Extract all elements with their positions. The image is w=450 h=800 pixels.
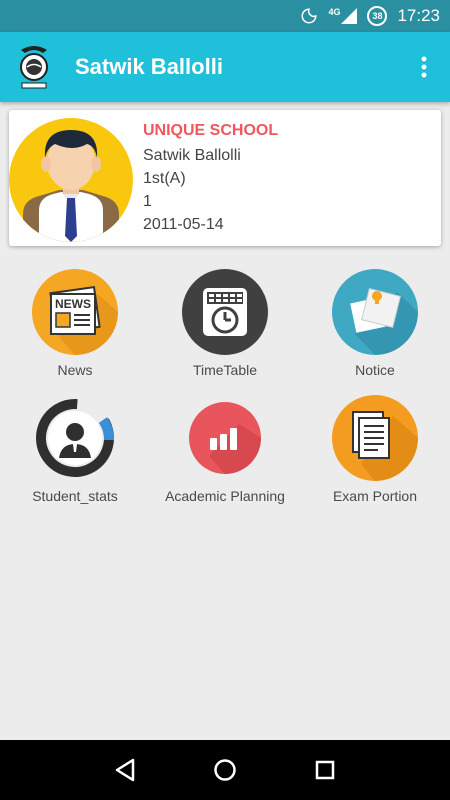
signal-icon: 4G <box>328 7 358 24</box>
do-not-disturb-icon <box>300 7 318 25</box>
student-class: 1st(A) <box>143 170 186 187</box>
profile-info: UNIQUE SCHOOL Satwik Ballolli 1st(A) 1 2… <box>143 122 278 236</box>
more-vert-icon <box>421 56 427 78</box>
profile-card[interactable]: UNIQUE SCHOOL Satwik Ballolli 1st(A) 1 2… <box>9 110 441 246</box>
menu-label: Notice <box>355 362 395 378</box>
menu-item-timetable[interactable]: TimeTable <box>150 268 300 378</box>
menu-label: Academic Planning <box>165 488 285 504</box>
menu-label: Exam Portion <box>332 488 418 504</box>
school-logo-icon <box>17 42 51 92</box>
clock: 17:23 <box>397 6 440 25</box>
page-title: Satwik Ballolli <box>75 54 223 79</box>
home-button[interactable] <box>205 750 245 790</box>
date-of-birth: 2011-05-14 <box>143 216 224 233</box>
overflow-menu-button[interactable] <box>404 47 444 87</box>
navigation-bar <box>0 740 450 800</box>
notice-icon <box>331 268 419 356</box>
school-name: UNIQUE SCHOOL <box>143 122 279 139</box>
timetable-icon <box>181 268 269 356</box>
menu-label: Student_stats <box>32 488 118 504</box>
status-bar: 4G 38 17:23 <box>0 0 450 32</box>
menu-item-academic-planning[interactable]: Academic Planning <box>150 394 300 504</box>
academic-planning-icon <box>181 394 269 482</box>
menu-item-notice[interactable]: Notice <box>300 268 450 378</box>
exam-portion-icon <box>331 394 419 482</box>
back-button[interactable] <box>105 750 145 790</box>
menu-label: News <box>57 362 93 378</box>
roll-number: 1 <box>143 193 152 210</box>
network-type: 4G <box>328 7 341 17</box>
news-icon: NEWS <box>31 268 119 356</box>
student-stats-icon <box>31 394 119 482</box>
menu-item-exam-portion[interactable]: Exam Portion <box>300 394 450 504</box>
menu-item-student-stats[interactable]: Student_stats <box>0 394 150 504</box>
recents-button[interactable] <box>305 750 345 790</box>
battery-icon: 38 <box>367 6 388 26</box>
student-name: Satwik Ballolli <box>143 147 241 164</box>
app-bar: Satwik Ballolli <box>0 32 450 102</box>
back-triangle-icon <box>115 758 135 782</box>
menu-item-news[interactable]: NEWS News <box>0 268 150 378</box>
avatar <box>9 118 133 242</box>
recents-square-icon <box>315 760 335 780</box>
home-circle-icon <box>214 759 236 781</box>
menu-label: TimeTable <box>192 362 258 378</box>
battery-level: 38 <box>367 6 388 26</box>
svg-text:NEWS: NEWS <box>55 297 91 311</box>
menu-grid: NEWS News TimeTable Notice Student_stats… <box>0 268 450 504</box>
